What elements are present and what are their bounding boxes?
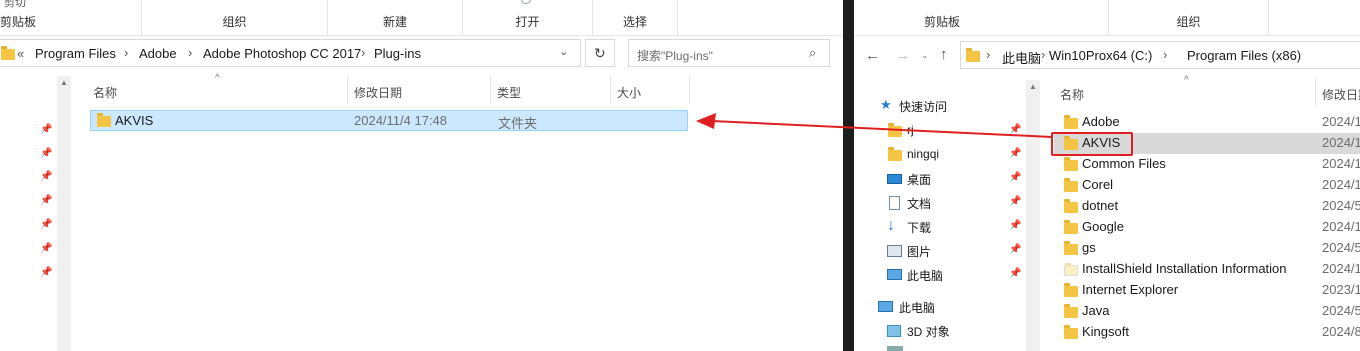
arrow-line [711, 120, 1053, 138]
drag-arrow [696, 113, 1053, 138]
arrow-head [696, 113, 716, 129]
